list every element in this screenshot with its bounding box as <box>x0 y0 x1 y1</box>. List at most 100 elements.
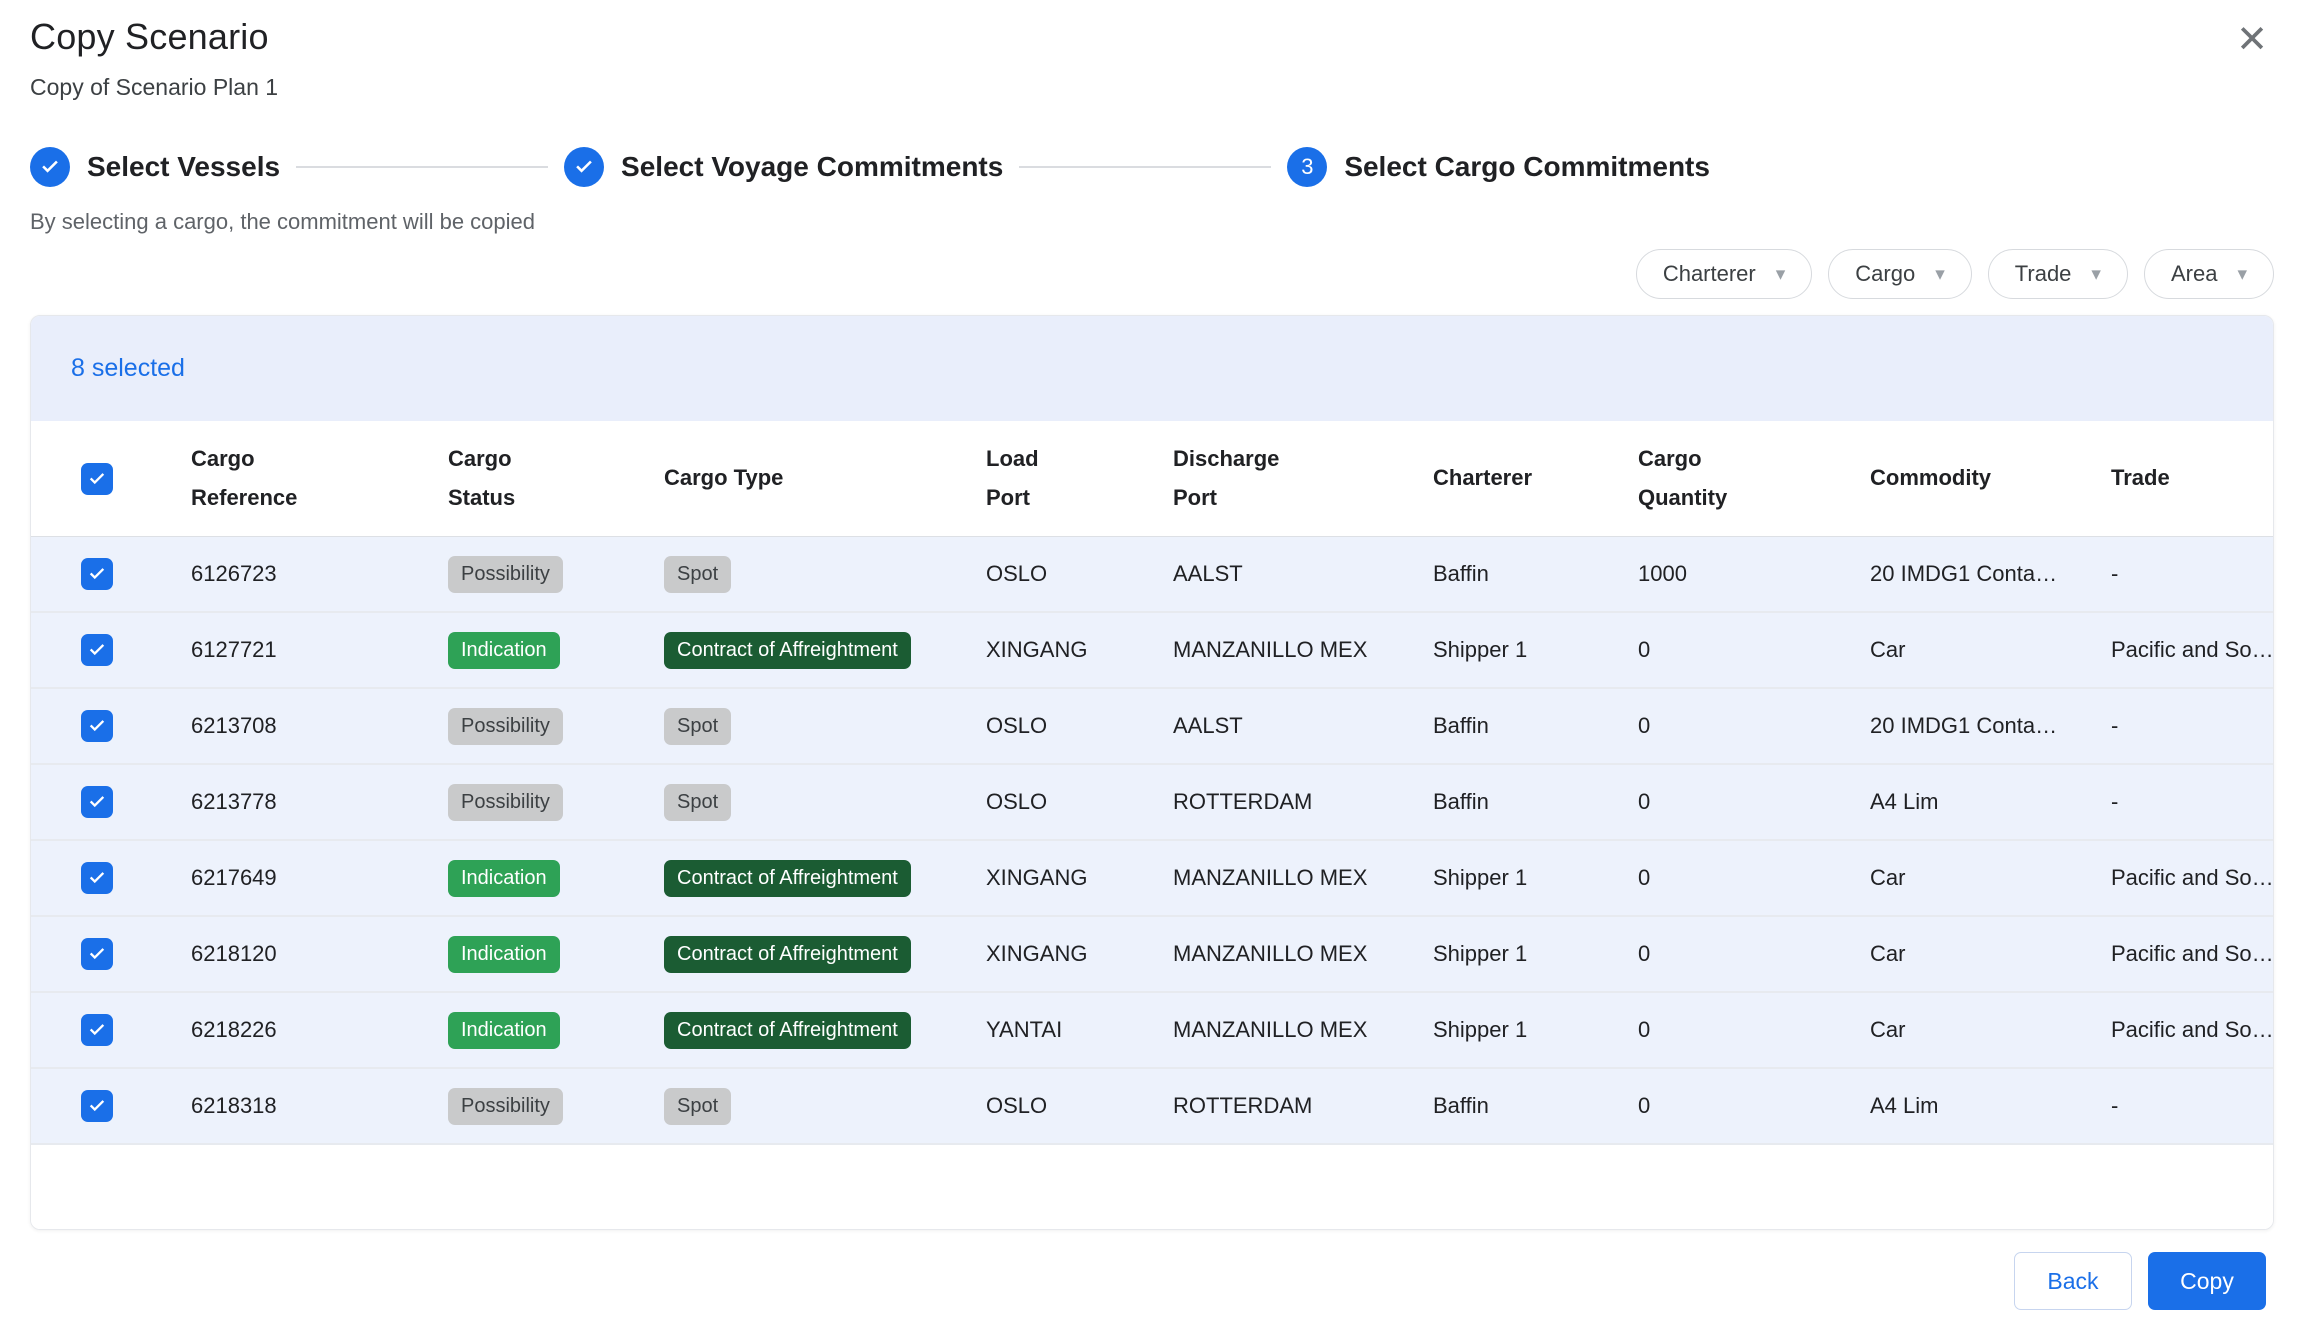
cell-load-port: OSLO <box>986 561 1173 587</box>
cell-cargo-status: Indication <box>448 936 664 973</box>
cell-cargo-reference: 6218318 <box>191 1093 448 1119</box>
cell-cargo-quantity: 1000 <box>1638 561 1870 587</box>
cell-commodity: Car <box>1870 865 2111 891</box>
filter-cargo[interactable]: Cargo ▾ <box>1828 249 1971 299</box>
table-empty-area <box>31 1145 2273 1229</box>
table-row[interactable]: 6218120 Indication Contract of Affreight… <box>31 917 2273 993</box>
cell-discharge-port: AALST <box>1173 561 1433 587</box>
back-button[interactable]: Back <box>2014 1252 2132 1310</box>
cell-cargo-status: Indication <box>448 632 664 669</box>
table-row[interactable]: 6127721 Indication Contract of Affreight… <box>31 613 2273 689</box>
table-row[interactable]: 6126723 Possibility Spot OSLO AALST Baff… <box>31 537 2273 613</box>
row-checkbox[interactable] <box>81 558 113 590</box>
step-select-cargo-commitments[interactable]: 3 Select Cargo Commitments <box>1287 147 1710 187</box>
cell-trade: Pacific and So… <box>2111 637 2273 663</box>
step-connector <box>1019 166 1271 168</box>
cell-discharge-port: MANZANILLO MEX <box>1173 865 1433 891</box>
row-checkbox[interactable] <box>81 710 113 742</box>
cell-trade: - <box>2111 561 2273 587</box>
cell-charterer: Shipper 1 <box>1433 1017 1638 1043</box>
table-row[interactable]: 6217649 Indication Contract of Affreight… <box>31 841 2273 917</box>
filter-label: Cargo <box>1855 261 1915 287</box>
close-icon[interactable]: ✕ <box>2226 14 2278 66</box>
cell-cargo-status: Indication <box>448 1012 664 1049</box>
status-badge: Possibility <box>448 556 563 593</box>
row-checkbox[interactable] <box>81 862 113 894</box>
cell-discharge-port: MANZANILLO MEX <box>1173 941 1433 967</box>
status-badge: Indication <box>448 1012 560 1049</box>
cell-charterer: Baffin <box>1433 1093 1638 1119</box>
cargo-type-badge: Spot <box>664 784 731 821</box>
step-complete-check-icon <box>564 147 604 187</box>
copy-button[interactable]: Copy <box>2148 1252 2266 1310</box>
cell-cargo-type: Contract of Affreightment <box>664 632 986 669</box>
cargo-type-badge: Spot <box>664 1088 731 1125</box>
column-header-cargo-quantity: CargoQuantity <box>1638 440 1870 517</box>
cell-commodity: A4 Lim <box>1870 789 2111 815</box>
cell-cargo-type: Contract of Affreightment <box>664 936 986 973</box>
column-header-commodity: Commodity <box>1870 459 2111 498</box>
step-label: Select Vessels <box>87 151 280 183</box>
cell-cargo-status: Possibility <box>448 784 664 821</box>
cell-trade: - <box>2111 1093 2273 1119</box>
filter-area[interactable]: Area ▾ <box>2144 249 2274 299</box>
step-connector <box>296 166 548 168</box>
cell-cargo-reference: 6213778 <box>191 789 448 815</box>
cell-load-port: XINGANG <box>986 865 1173 891</box>
step-number-badge: 3 <box>1287 147 1327 187</box>
chevron-down-icon: ▾ <box>2237 265 2247 284</box>
table-header-row: CargoReference CargoStatus Cargo Type Lo… <box>31 421 2273 537</box>
column-header-trade: Trade <box>2111 459 2273 498</box>
status-badge: Possibility <box>448 1088 563 1125</box>
status-badge: Indication <box>448 632 560 669</box>
table-row[interactable]: 6213778 Possibility Spot OSLO ROTTERDAM … <box>31 765 2273 841</box>
column-header-discharge-port: DischargePort <box>1173 440 1433 517</box>
column-header-cargo-type: Cargo Type <box>664 459 986 498</box>
cell-commodity: 20 IMDG1 Conta… <box>1870 561 2111 587</box>
cell-commodity: 20 IMDG1 Conta… <box>1870 713 2111 739</box>
cargo-type-badge: Contract of Affreightment <box>664 936 911 973</box>
cell-charterer: Shipper 1 <box>1433 941 1638 967</box>
cell-charterer: Baffin <box>1433 789 1638 815</box>
cell-trade: Pacific and So… <box>2111 865 2273 891</box>
cell-trade: - <box>2111 713 2273 739</box>
cargo-type-badge: Contract of Affreightment <box>664 1012 911 1049</box>
step-label: Select Cargo Commitments <box>1344 151 1710 183</box>
cell-charterer: Shipper 1 <box>1433 865 1638 891</box>
row-checkbox[interactable] <box>81 938 113 970</box>
row-checkbox[interactable] <box>81 786 113 818</box>
cargo-type-badge: Contract of Affreightment <box>664 860 911 897</box>
column-header-load-port: LoadPort <box>986 440 1173 517</box>
filter-charterer[interactable]: Charterer ▾ <box>1636 249 1812 299</box>
cell-cargo-reference: 6213708 <box>191 713 448 739</box>
table-row[interactable]: 6213708 Possibility Spot OSLO AALST Baff… <box>31 689 2273 765</box>
column-header-cargo-status: CargoStatus <box>448 440 664 517</box>
cell-cargo-type: Spot <box>664 1088 986 1125</box>
status-badge: Possibility <box>448 708 563 745</box>
step-select-vessels[interactable]: Select Vessels <box>30 147 280 187</box>
cell-discharge-port: ROTTERDAM <box>1173 1093 1433 1119</box>
filter-bar: Charterer ▾ Cargo ▾ Trade ▾ Area ▾ <box>30 249 2274 299</box>
status-badge: Indication <box>448 936 560 973</box>
cell-load-port: XINGANG <box>986 941 1173 967</box>
row-checkbox[interactable] <box>81 634 113 666</box>
cell-charterer: Shipper 1 <box>1433 637 1638 663</box>
cell-trade: - <box>2111 789 2273 815</box>
table-row[interactable]: 6218226 Indication Contract of Affreight… <box>31 993 2273 1069</box>
filter-label: Charterer <box>1663 261 1756 287</box>
cell-commodity: A4 Lim <box>1870 1093 2111 1119</box>
row-checkbox[interactable] <box>81 1090 113 1122</box>
filter-trade[interactable]: Trade ▾ <box>1988 249 2128 299</box>
copy-scenario-dialog: Copy Scenario Copy of Scenario Plan 1 ✕ … <box>0 0 2304 1332</box>
cell-charterer: Baffin <box>1433 713 1638 739</box>
cell-load-port: XINGANG <box>986 637 1173 663</box>
cell-cargo-quantity: 0 <box>1638 941 1870 967</box>
cell-cargo-type: Spot <box>664 784 986 821</box>
step-select-voyage-commitments[interactable]: Select Voyage Commitments <box>564 147 1003 187</box>
selection-summary-bar: 8 selected <box>31 316 2273 421</box>
table-row[interactable]: 6218318 Possibility Spot OSLO ROTTERDAM … <box>31 1069 2273 1145</box>
cell-trade: Pacific and So… <box>2111 941 2273 967</box>
row-checkbox[interactable] <box>81 1014 113 1046</box>
cell-cargo-status: Possibility <box>448 1088 664 1125</box>
select-all-checkbox[interactable] <box>81 463 113 495</box>
